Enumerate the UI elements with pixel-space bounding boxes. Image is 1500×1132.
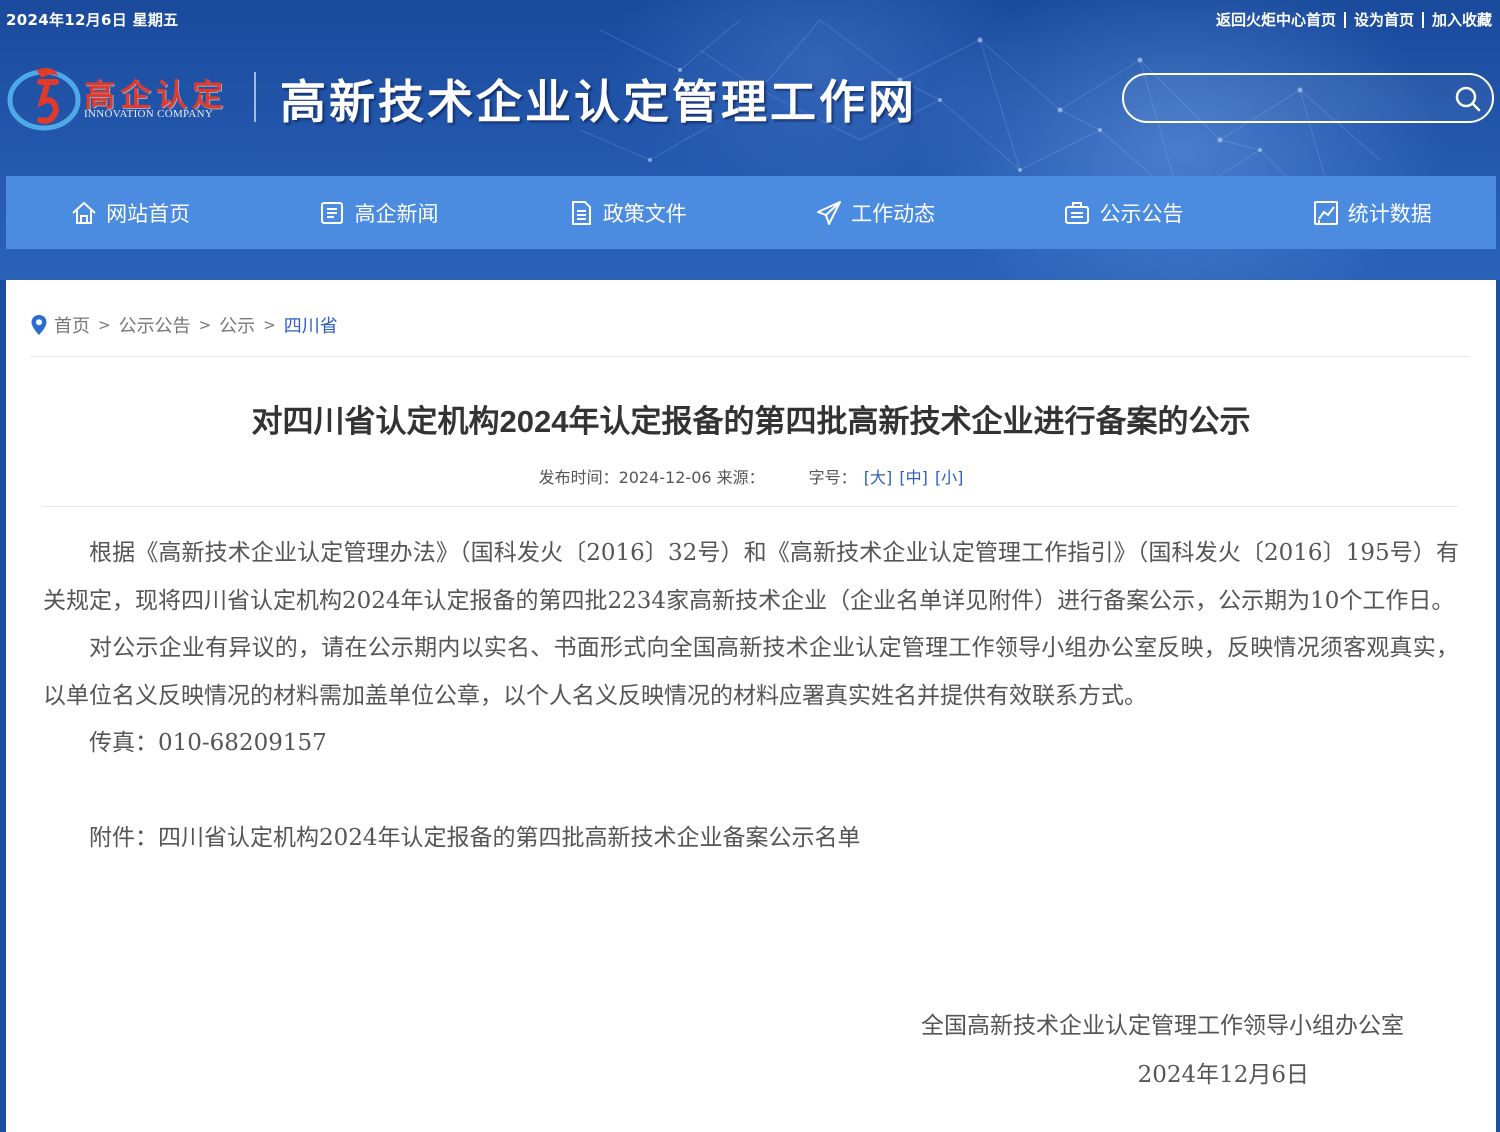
article-body: 根据《高新技术企业认定管理办法》（国科发火〔2016〕32号）和《高新技术企业认…	[43, 530, 1459, 862]
nav-label: 公示公告	[1099, 201, 1184, 226]
publish-info: 发布时间：2024-12-06 来源：	[538, 468, 765, 487]
breadcrumb-home[interactable]: 首页	[54, 312, 90, 338]
attachment-link[interactable]: 附件：四川省认定机构2024年认定报备的第四批高新技术企业备案公示名单	[43, 815, 1459, 863]
search-icon[interactable]	[1454, 85, 1482, 113]
site-header: 2024年12月6日 星期五 返回火炬中心首页 设为首页 加入收藏 高企认定 I…	[0, 0, 1500, 280]
breadcrumb-separator: >	[263, 316, 276, 334]
link-divider	[1343, 11, 1346, 28]
nav-label: 工作动态	[851, 201, 936, 226]
signature-org: 全国高新技术企业认定管理工作领导小组办公室	[921, 1013, 1404, 1039]
set-homepage-link[interactable]: 设为首页	[1354, 9, 1414, 30]
fax-paragraph: 传真：010-68209157	[89, 730, 327, 756]
breadcrumb-separator: >	[98, 316, 111, 334]
home-portal-link[interactable]: 返回火炬中心首页	[1216, 9, 1336, 30]
nav-label: 政策文件	[602, 201, 687, 226]
article-meta: 发布时间：2024-12-06 来源： 字号： [大] [中] [小]	[6, 464, 1496, 488]
breadcrumb-separator: >	[198, 316, 212, 334]
breadcrumb-notice[interactable]: 公示	[219, 312, 255, 338]
paragraph: 根据《高新技术企业认定管理办法》（国科发火〔2016〕32号）和《高新技术企业认…	[43, 540, 1459, 614]
nav-label: 网站首页	[106, 201, 191, 226]
top-links: 返回火炬中心首页 设为首页 加入收藏	[1216, 9, 1492, 30]
document-icon	[571, 200, 591, 225]
article-container: 首页 > 公示公告 > 公示 > 四川省 对四川省认定机构2024年认定报备的第…	[6, 280, 1496, 1132]
logo-divider	[254, 72, 256, 122]
logo-emblem-icon[interactable]	[6, 58, 86, 134]
font-size-label: 字号：	[808, 468, 857, 487]
breadcrumb-announcements[interactable]: 公示公告	[119, 312, 191, 338]
add-favorite-link[interactable]: 加入收藏	[1432, 9, 1492, 30]
nav-label: 统计数据	[1347, 201, 1432, 226]
chart-icon	[1313, 200, 1338, 225]
breadcrumb-sichuan[interactable]: 四川省	[284, 312, 338, 338]
nav-statistics[interactable]: 统计数据	[1248, 176, 1496, 249]
nav-updates[interactable]: 工作动态	[751, 176, 999, 249]
location-pin-icon	[31, 315, 47, 335]
article-title: 对四川省认定机构2024年认定报备的第四批高新技术企业进行备案的公示	[251, 404, 1251, 439]
current-date: 2024年12月6日 星期五	[6, 11, 179, 29]
search-input[interactable]	[1144, 83, 1444, 113]
site-title: 高新技术企业认定管理工作网	[280, 75, 917, 129]
breadcrumb: 首页 > 公示公告 > 公示 > 四川省	[30, 312, 338, 338]
nav-announcements[interactable]: 公示公告	[999, 176, 1247, 249]
nav-news[interactable]: 高企新闻	[254, 176, 502, 249]
nav-label: 高企新闻	[354, 201, 439, 226]
nav-home[interactable]: 网站首页	[6, 176, 254, 249]
meta-divider	[42, 506, 1458, 507]
nav-policy[interactable]: 政策文件	[503, 176, 751, 249]
link-divider	[1421, 11, 1424, 28]
home-icon	[72, 201, 96, 224]
briefcase-icon	[1065, 201, 1090, 224]
font-size-small-button[interactable]: [小]	[935, 468, 964, 487]
font-size-large-button[interactable]: [大]	[864, 468, 893, 487]
paragraph: 对公示企业有异议的，请在公示期内以实名、书面形式向全国高新技术企业认定管理工作领…	[43, 635, 1459, 709]
logo-english-text: INNOVATION COMPANY	[84, 108, 214, 120]
breadcrumb-divider	[30, 356, 1470, 357]
paper-plane-icon	[817, 200, 842, 225]
main-nav: 网站首页 高企新闻 政策文件 工作动态 公示公告 统计数据	[6, 176, 1496, 249]
signature-date: 2024年12月6日	[1137, 1062, 1309, 1088]
search-box	[1122, 73, 1494, 123]
signature-block: 全国高新技术企业认定管理工作领导小组办公室 2024年12月6日	[921, 1002, 1404, 1100]
font-size-medium-button[interactable]: [中]	[899, 468, 928, 487]
news-icon	[321, 201, 344, 224]
